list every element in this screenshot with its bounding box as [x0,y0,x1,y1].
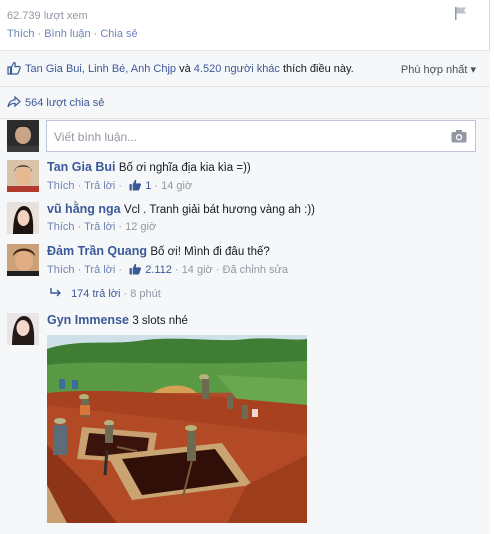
reply-arrow-icon [50,288,61,297]
share-icon [7,95,21,108]
likes-text: Tan Gia Bui, Linh Bé, Anh Chjp và 4.520 … [25,63,354,75]
comment-text: 3 slots nhé [132,315,188,327]
comment-placeholder: Viết bình luận... [54,130,138,144]
likers-names[interactable]: Tan Gia Bui, Linh Bé, Anh Chjp [25,63,176,75]
likes-suffix: thích điều này. [283,63,354,75]
current-user-avatar [7,120,39,152]
comment-meta: Thích · Trả lời · 1 · 14 giờ [47,179,193,192]
comment-like-link[interactable]: Thích [47,221,75,233]
comment-text: Bố ơi nghĩa địa kia kìa =)) [118,162,251,174]
commenter-avatar[interactable] [7,244,39,276]
likers-others[interactable]: 4.520 người khác [194,63,280,75]
commenter-avatar[interactable] [7,313,39,345]
comment-input[interactable]: Viết bình luận... [46,120,476,152]
likes-and: và [179,63,191,75]
thumbs-up-icon [129,263,142,275]
camera-icon[interactable] [451,129,467,143]
likes-summary: Tan Gia Bui, Linh Bé, Anh Chjp và 4.520 … [0,51,490,87]
view-count: 62.739 lượt xem [7,10,88,22]
reply-time: 8 phút [130,288,161,300]
comment-reply-link[interactable]: Trả lời [84,264,115,276]
shares-summary: 564 lượt chia sẻ [0,87,490,119]
comment-like-count[interactable]: 1 [145,180,151,192]
reply-count[interactable]: 174 trả lời [71,288,120,300]
comment-link[interactable]: Bình luận [44,28,90,40]
view-replies[interactable]: 174 trả lời · 8 phút [50,288,161,300]
ufi-section: Tan Gia Bui, Linh Bé, Anh Chjp và 4.520 … [0,50,490,534]
post-footer: 62.739 lượt xem Thích · Bình luận · Chia sẻ [0,0,490,50]
post-actions: Thích · Bình luận · Chia sẻ [7,28,138,40]
commenter-name[interactable]: Gyn Immense [47,313,129,327]
comment-photo[interactable] [47,335,307,523]
comment-time[interactable]: 14 giờ [182,264,213,276]
comment-time[interactable]: 14 giờ [161,180,192,192]
comment-reply-link[interactable]: Trả lời [84,221,115,233]
thumbs-up-icon [7,61,21,75]
share-link[interactable]: Chia sẻ [100,28,137,40]
thumbs-up-icon [129,179,142,191]
sort-dropdown[interactable]: Phù hợp nhất ▾ [401,63,476,76]
commenter-avatar[interactable] [7,202,39,234]
commenter-name[interactable]: Tan Gia Bui [47,160,116,174]
comment-like-link[interactable]: Thích [47,264,75,276]
comment-like-count[interactable]: 2.112 [145,264,172,276]
comment-text: Vcl . Tranh giải bát hương vàng ah :)) [123,204,316,216]
comment-text: Bố ơi! Mình đi đâu thế? [150,246,270,258]
post-container: 62.739 lượt xem Thích · Bình luận · Chia sẻ … [0,0,490,534]
comment-reply-link[interactable]: Trả lời [84,180,115,192]
like-link[interactable]: Thích [7,28,35,40]
flag-icon[interactable] [454,6,468,20]
comment-meta: Thích · Trả lời · 2.112 · 14 giờ · Đã ch… [47,263,288,276]
commenter-avatar[interactable] [7,160,39,192]
comment-composer: Viết bình luận... [0,119,490,157]
comment-time[interactable]: 12 giờ [125,221,156,233]
comment-edited[interactable]: Đã chỉnh sửa [223,264,288,276]
commenter-name[interactable]: vũ hằng nga [47,202,121,216]
commenter-name[interactable]: Đảm Trần Quang [47,244,147,258]
shares-count[interactable]: 564 lượt chia sẻ [25,97,104,109]
comment-like-link[interactable]: Thích [47,180,75,192]
comment-meta: Thích · Trả lời · 12 giờ [47,221,157,233]
